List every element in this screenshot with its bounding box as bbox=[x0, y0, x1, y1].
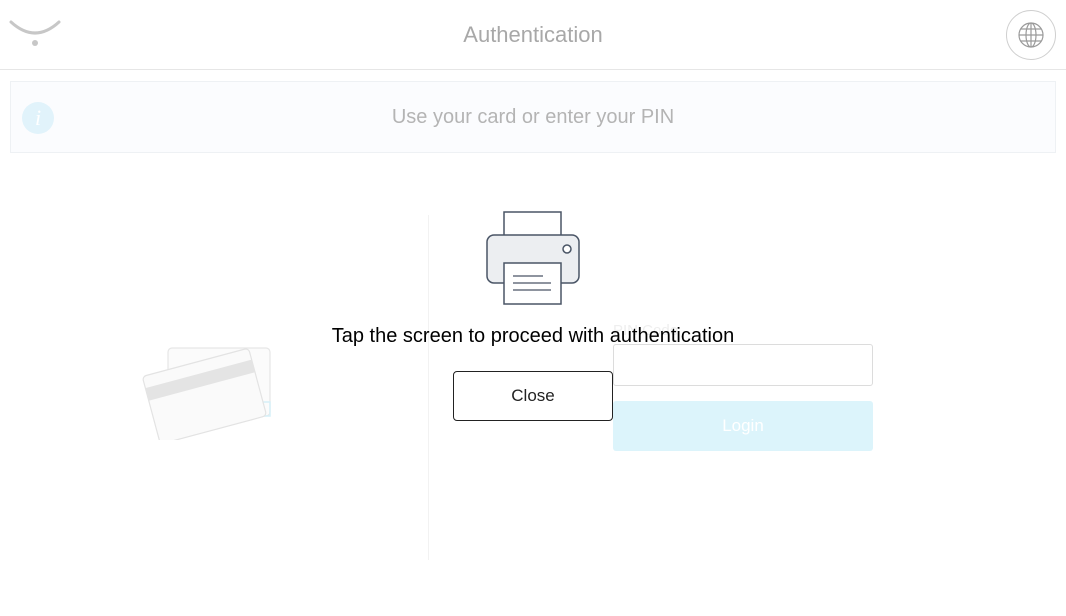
info-text: Use your card or enter your PIN bbox=[391, 106, 675, 128]
printer-icon bbox=[486, 211, 580, 305]
header-bar: Authentication bbox=[0, 0, 1066, 70]
page-title: Authentication bbox=[463, 22, 603, 47]
pin-input[interactable] bbox=[613, 344, 873, 386]
login-button[interactable]: Login bbox=[613, 401, 873, 451]
section-divider bbox=[428, 215, 429, 560]
card-swipe-icon bbox=[142, 347, 271, 440]
globe-icon bbox=[1018, 22, 1044, 48]
language-button[interactable] bbox=[1006, 10, 1056, 60]
auth-prompt-message[interactable]: Tap the screen to proceed with authentic… bbox=[0, 325, 1066, 348]
info-banner: i Use your card or enter your PIN bbox=[10, 81, 1056, 153]
close-button[interactable]: Close bbox=[453, 371, 613, 421]
